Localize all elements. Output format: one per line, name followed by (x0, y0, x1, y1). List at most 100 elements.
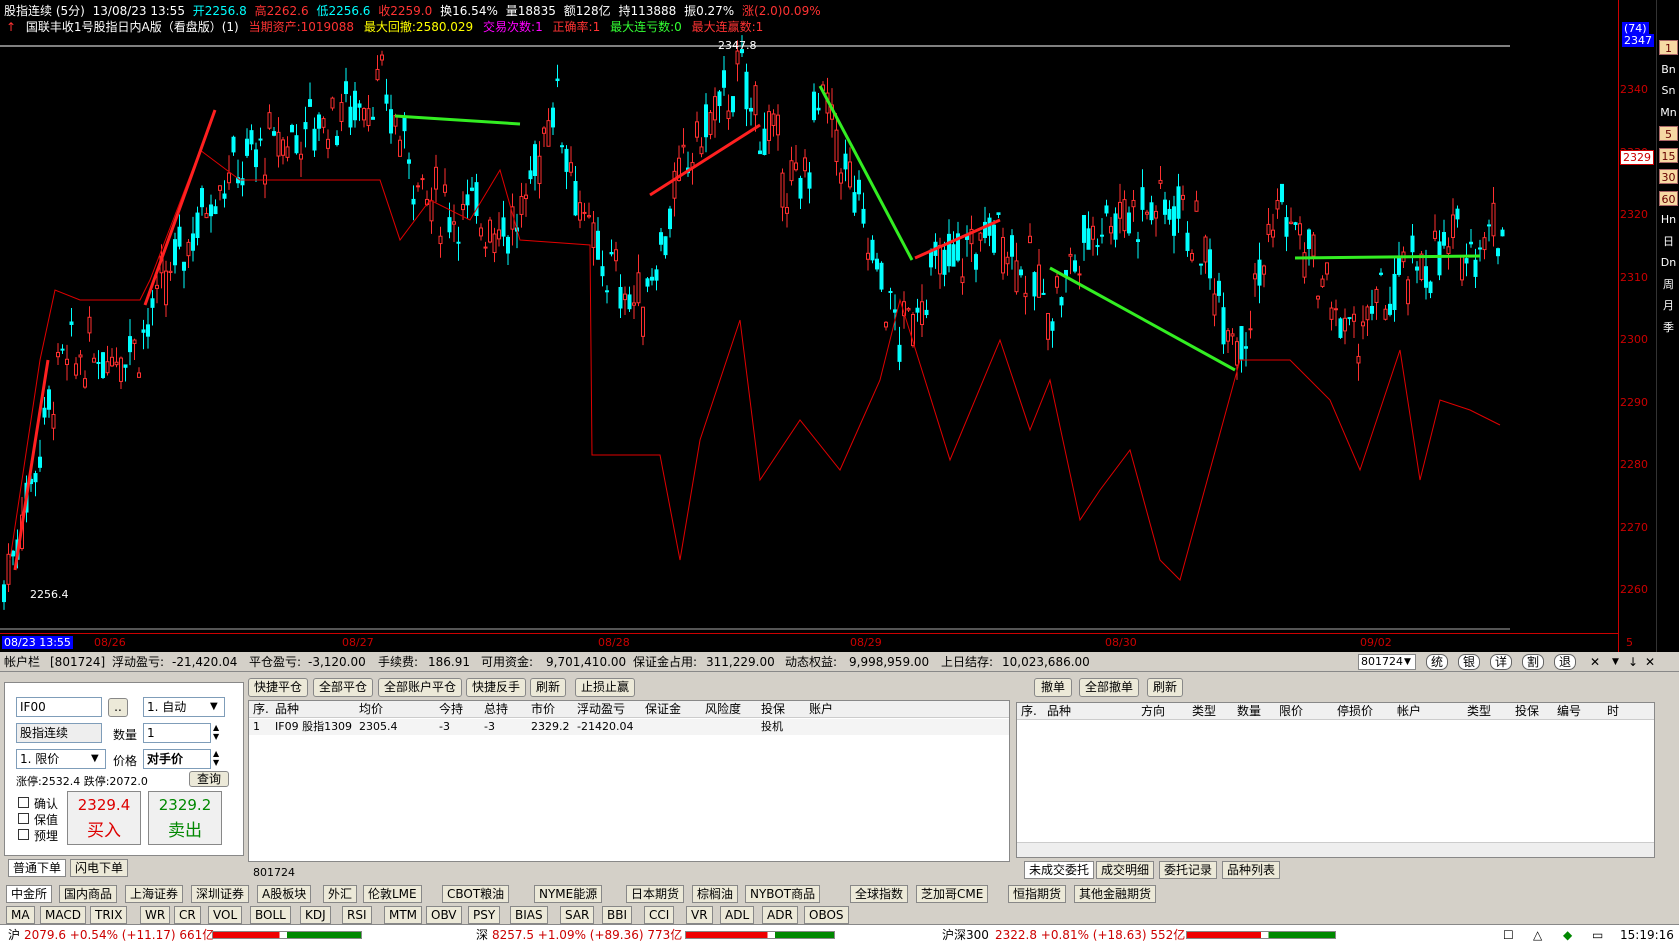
market-tab[interactable]: 国内商品 (59, 885, 118, 903)
market-tab[interactable]: 恒指期货 (1008, 885, 1067, 903)
period-button[interactable]: Mn (1659, 105, 1678, 120)
market-tab[interactable]: 芝加哥CME (916, 885, 989, 903)
price-chart[interactable]: 2347.8 2256.4 (0, 0, 1618, 633)
pos-col-header[interactable]: 均价 (359, 701, 383, 718)
chart-area[interactable]: 股指连续 (5分) 13/08/23 13:55 开2256.8 高2262.6… (0, 0, 1679, 664)
market-tab[interactable]: 中金所 (6, 885, 53, 903)
pin-icon[interactable]: ↓ (1628, 652, 1638, 672)
price-stepper[interactable]: ▲ ▼ (213, 749, 219, 767)
period-button[interactable]: 周 (1659, 277, 1678, 292)
indicator-tab[interactable]: RSI (342, 906, 372, 924)
indicator-tab[interactable]: WR (140, 906, 171, 924)
market-tab[interactable]: CBOT粮油 (442, 885, 510, 903)
notepad-icon[interactable]: ▭ (1592, 925, 1603, 945)
period-button[interactable]: Sn (1659, 83, 1678, 98)
pos-col-header[interactable]: 保证金 (645, 701, 681, 718)
sell-button[interactable]: 2329.2 卖出 (148, 791, 222, 845)
pos-col-header[interactable]: 序. (253, 701, 269, 718)
quick-reverse-button[interactable]: 快捷反手 (466, 678, 526, 697)
tab-normal-order[interactable]: 普通下单 (8, 859, 67, 877)
period-button[interactable]: 季 (1659, 320, 1678, 335)
pos-col-header[interactable]: 账户 (809, 701, 833, 718)
market-tab[interactable]: 外汇 (323, 885, 358, 903)
order-col-header[interactable]: 数量 (1237, 703, 1261, 720)
dropdown-icon[interactable]: ▼ (1612, 652, 1619, 672)
order-col-header[interactable]: 时 (1607, 703, 1619, 720)
market-tab[interactable]: 全球指数 (850, 885, 909, 903)
query-button[interactable]: 查询 (189, 771, 229, 787)
tools-icon[interactable]: ✕ (1590, 652, 1600, 672)
indicator-tab[interactable]: TRIX (90, 906, 128, 924)
order-col-header[interactable]: 限价 (1279, 703, 1303, 720)
indicator-tab[interactable]: BIAS (510, 906, 548, 924)
btn-stat[interactable]: 统 (1426, 654, 1449, 670)
connect-icon[interactable]: ◆ (1563, 925, 1572, 945)
indicator-tab[interactable]: CCI (644, 906, 675, 924)
quick-close-button[interactable]: 快捷平仓 (248, 678, 308, 697)
period-button[interactable]: 60 (1659, 190, 1678, 206)
close-icon[interactable]: ✕ (1645, 652, 1655, 672)
alert-icon[interactable]: △ (1533, 925, 1542, 945)
order-col-header[interactable]: 方向 (1141, 703, 1165, 720)
qty-stepper[interactable]: ▲ ▼ (213, 723, 219, 741)
tab-order-log[interactable]: 委托记录 (1159, 861, 1218, 879)
symbol-code-input[interactable]: IF00 (16, 697, 102, 717)
pos-col-header[interactable]: 总持 (484, 701, 508, 718)
h-scrollbar[interactable] (1017, 842, 1654, 857)
market-tab[interactable]: 其他金融期货 (1074, 885, 1157, 903)
tab-pending-orders[interactable]: 未成交委托 (1024, 861, 1095, 879)
pos-col-header[interactable]: 浮动盈亏 (577, 701, 625, 718)
table-row[interactable]: 1 IF09 股指1309 2305.4 -3 -3 2329.2 -21420.04 投机 (249, 719, 1009, 735)
period-button[interactable]: 15 (1659, 147, 1678, 163)
chevron-down-icon[interactable]: ▼ (210, 701, 218, 712)
period-button[interactable]: 日 (1659, 234, 1678, 249)
tab-fills[interactable]: 成交明细 (1096, 861, 1155, 879)
pos-col-header[interactable]: 品种 (275, 701, 299, 718)
buy-button[interactable]: 2329.4 买入 (67, 791, 141, 845)
period-button[interactable]: Dn (1659, 255, 1678, 270)
pos-col-header[interactable]: 投保 (761, 701, 785, 718)
market-tab[interactable]: NYBOT商品 (745, 885, 821, 903)
hedge-checkbox[interactable] (18, 813, 29, 824)
chevron-down-icon[interactable]: ▼ (91, 753, 99, 764)
cancel-all-button[interactable]: 全部撤单 (1079, 678, 1139, 697)
order-col-header[interactable]: 类型 (1467, 703, 1491, 720)
market-tab[interactable]: A股板块 (257, 885, 312, 903)
symbol-browse-button[interactable]: .. (108, 698, 128, 717)
order-col-header[interactable]: 停损价 (1337, 703, 1373, 720)
refresh-positions-button[interactable]: 刷新 (530, 678, 566, 697)
period-button[interactable]: Bn (1659, 62, 1678, 77)
pos-col-header[interactable]: 风险度 (705, 701, 741, 718)
market-tab[interactable]: 上海证券 (125, 885, 184, 903)
period-button[interactable]: 1 (1659, 40, 1678, 55)
indicator-tab[interactable]: ADR (762, 906, 798, 924)
period-button[interactable]: 5 (1659, 126, 1678, 141)
indicator-tab[interactable]: KDJ (300, 906, 331, 924)
market-tab[interactable]: NYME能源 (534, 885, 603, 903)
indicator-tab[interactable]: SAR (560, 906, 595, 924)
status-icon[interactable]: ☐ (1503, 925, 1514, 945)
order-col-header[interactable]: 类型 (1192, 703, 1216, 720)
indicator-tab[interactable]: MACD (40, 906, 86, 924)
indicator-tab[interactable]: PSY (468, 906, 501, 924)
order-col-header[interactable]: 品种 (1047, 703, 1071, 720)
order-col-header[interactable]: 编号 (1557, 703, 1581, 720)
indicator-tab[interactable]: VOL (208, 906, 243, 924)
indicator-tab[interactable]: OBOS (804, 906, 849, 924)
stop-loss-button[interactable]: 止损止赢 (575, 678, 635, 697)
indicator-tab[interactable]: MTM (384, 906, 423, 924)
refresh-orders-button[interactable]: 刷新 (1147, 678, 1183, 697)
pos-col-header[interactable]: 今持 (439, 701, 463, 718)
indicator-tab[interactable]: ADL (720, 906, 755, 924)
market-tab[interactable]: 伦敦LME (363, 885, 422, 903)
market-tab[interactable]: 棕榈油 (692, 885, 739, 903)
indicator-tab[interactable]: OBV (426, 906, 462, 924)
prebury-checkbox[interactable] (18, 829, 29, 840)
tab-flash-order[interactable]: 闪电下单 (70, 859, 129, 877)
indicator-tab[interactable]: CR (174, 906, 201, 924)
market-tab[interactable]: 深圳证券 (191, 885, 250, 903)
order-col-header[interactable]: 帐户 (1397, 703, 1421, 720)
pos-col-header[interactable]: 市价 (531, 701, 555, 718)
price-input[interactable]: 对手价 (143, 749, 211, 769)
period-button[interactable]: 30 (1659, 169, 1678, 184)
